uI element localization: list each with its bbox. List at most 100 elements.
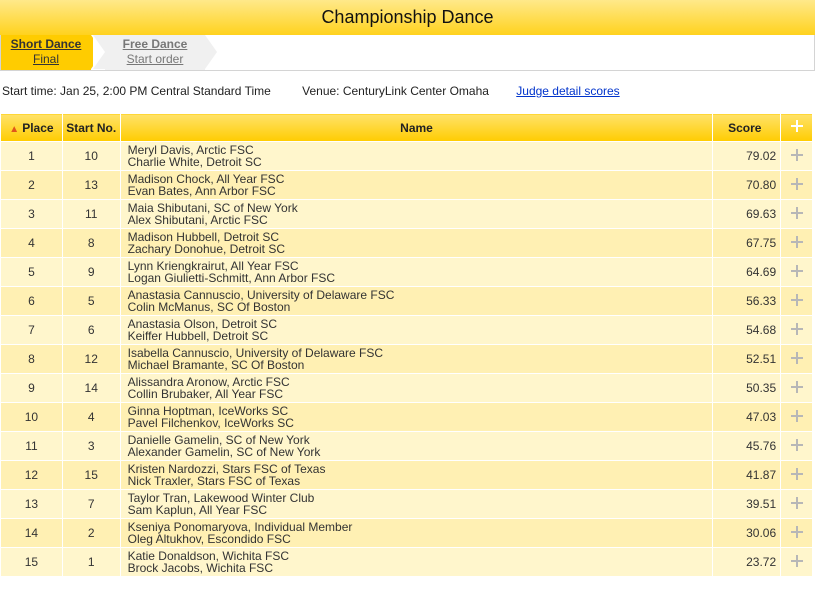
skater-2: Sam Kaplun, All Year FSC [127,503,268,517]
place-cell: 9 [0,373,63,403]
start-number-cell: 14 [61,373,121,403]
plus-icon[interactable] [790,264,803,277]
tab-short-dance[interactable]: Short Dance Final [1,35,103,70]
score-cell: 50.35 [712,373,782,403]
expand-cell[interactable] [780,286,813,316]
expand-cell[interactable] [780,518,813,548]
start-number-column-header[interactable]: Start No. [61,113,121,142]
score-cell: 41.87 [712,460,782,490]
score-cell: 69.63 [712,199,782,229]
tab-free-dance-label[interactable]: Free Dance [105,35,205,52]
skater-2: Michael Bramante, SC Of Boston [127,358,305,372]
score-column-header[interactable]: Score [712,113,782,142]
table-row: 15 1 Katie Donaldson, Wichita FSC Brock Jac… [0,547,813,577]
plus-icon[interactable] [790,496,803,509]
plus-icon[interactable] [790,554,803,567]
expand-cell[interactable] [780,547,813,577]
skater-2: Alexander Gamelin, SC of New York [127,445,321,459]
tab-free-dance-start-order-link[interactable]: Start order [105,52,205,67]
place-cell: 5 [0,257,63,287]
table-row: 3 11 Maia Shibutani, SC of New York Alex Sh… [0,199,813,229]
table-row: 10 4 Ginna Hoptman, IceWorks SC Pavel Filch… [0,402,813,432]
table-row: 8 12 Isabella Cannuscio, University of Del… [0,344,813,374]
score-cell: 54.68 [712,315,782,345]
skater-2: Pavel Filchenkov, IceWorks SC [127,416,294,430]
expand-cell[interactable] [780,141,813,171]
plus-icon[interactable] [790,525,803,538]
score-cell: 56.33 [712,286,782,316]
expand-cell[interactable] [780,373,813,403]
skater-2: Brock Jacobs, Wichita FSC [127,561,273,575]
plus-icon[interactable] [790,467,803,480]
plus-icon[interactable] [790,148,803,161]
name-cell: Kseniya Ponomaryova, Individual Member Ol… [119,518,714,548]
expand-cell[interactable] [780,315,813,345]
expand-cell[interactable] [780,228,813,258]
name-cell: Maia Shibutani, SC of New York Alex Shibu… [119,199,714,229]
start-number-cell: 15 [61,460,121,490]
name-cell: Danielle Gamelin, SC of New York Alexande… [119,431,714,461]
plus-icon[interactable] [790,409,803,422]
start-number-cell: 10 [61,141,121,171]
expand-cell[interactable] [780,344,813,374]
name-column-header[interactable]: Name [119,113,714,142]
place-header-label: Place [22,120,54,135]
table-row: 2 13 Madison Chock, All Year FSC Evan Bates… [0,170,813,200]
plus-icon[interactable] [790,380,803,393]
plus-icon[interactable] [790,293,803,306]
place-cell: 15 [0,547,63,577]
tab-short-dance-label[interactable]: Short Dance [1,35,91,52]
skater-2: Collin Brubaker, All Year FSC [127,387,284,401]
place-column-header[interactable]: ▲ Place [0,113,63,142]
expand-cell[interactable] [780,170,813,200]
table-row: 6 5 Anastasia Cannuscio, University of Del… [0,286,813,316]
table-row: 7 6 Anastasia Olson, Detroit SC Keiffer Hub… [0,315,813,345]
start-number-cell: 7 [61,489,121,519]
dance-tabs: Short Dance Final Free Dance Start order [0,35,815,71]
place-cell: 1 [0,141,63,171]
plus-icon[interactable] [790,322,803,335]
expand-cell[interactable] [780,257,813,287]
plus-icon[interactable] [790,177,803,190]
name-cell: Kristen Nardozzi, Stars FSC of Texas Nick… [119,460,714,490]
start-number-cell: 4 [61,402,121,432]
name-cell: Katie Donaldson, Wichita FSC Brock Jacobs… [119,547,714,577]
plus-icon[interactable] [790,206,803,219]
table-row: 9 14 Alissandra Aronow, Arctic FSC Collin B… [0,373,813,403]
score-cell: 45.76 [712,431,782,461]
name-cell: Meryl Davis, Arctic FSC Charlie White, De… [119,141,714,171]
expand-cell[interactable] [780,489,813,519]
place-cell: 3 [0,199,63,229]
table-row: 13 7 Taylor Tran, Lakewood Winter Club Sam … [0,489,813,519]
plus-icon[interactable] [790,235,803,248]
tab-short-dance-final-link[interactable]: Final [1,52,91,67]
table-row: 1 10 Meryl Davis, Arctic FSC Charlie White,… [0,141,813,171]
score-cell: 52.51 [712,344,782,374]
start-number-cell: 5 [61,286,121,316]
start-number-cell: 6 [61,315,121,345]
table-row: 11 3 Danielle Gamelin, SC of New York Alexa… [0,431,813,461]
score-cell: 79.02 [712,141,782,171]
name-cell: Madison Hubbell, Detroit SC Zachary Donoh… [119,228,714,258]
place-cell: 10 [0,402,63,432]
expand-cell[interactable] [780,199,813,229]
expand-cell[interactable] [780,460,813,490]
score-cell: 67.75 [712,228,782,258]
start-number-cell: 3 [61,431,121,461]
event-info: Start time: Jan 25, 2:00 PM Central Stan… [2,84,620,98]
plus-icon[interactable] [790,438,803,451]
expand-all-header[interactable] [780,113,813,142]
start-number-cell: 11 [61,199,121,229]
tab-free-dance[interactable]: Free Dance Start order [93,35,217,70]
score-cell: 64.69 [712,257,782,287]
table-row: 5 9 Lynn Kriengkrairut, All Year FSC Logan … [0,257,813,287]
expand-cell[interactable] [780,431,813,461]
plus-icon[interactable] [790,351,803,364]
judge-detail-scores-link[interactable]: Judge detail scores [516,84,619,98]
skater-2: Oleg Altukhov, Escondido FSC [127,532,291,546]
score-cell: 30.06 [712,518,782,548]
table-row: 14 2 Kseniya Ponomaryova, Individual Membe… [0,518,813,548]
skater-2: Evan Bates, Ann Arbor FSC [127,184,276,198]
plus-icon[interactable] [790,120,803,132]
expand-cell[interactable] [780,402,813,432]
